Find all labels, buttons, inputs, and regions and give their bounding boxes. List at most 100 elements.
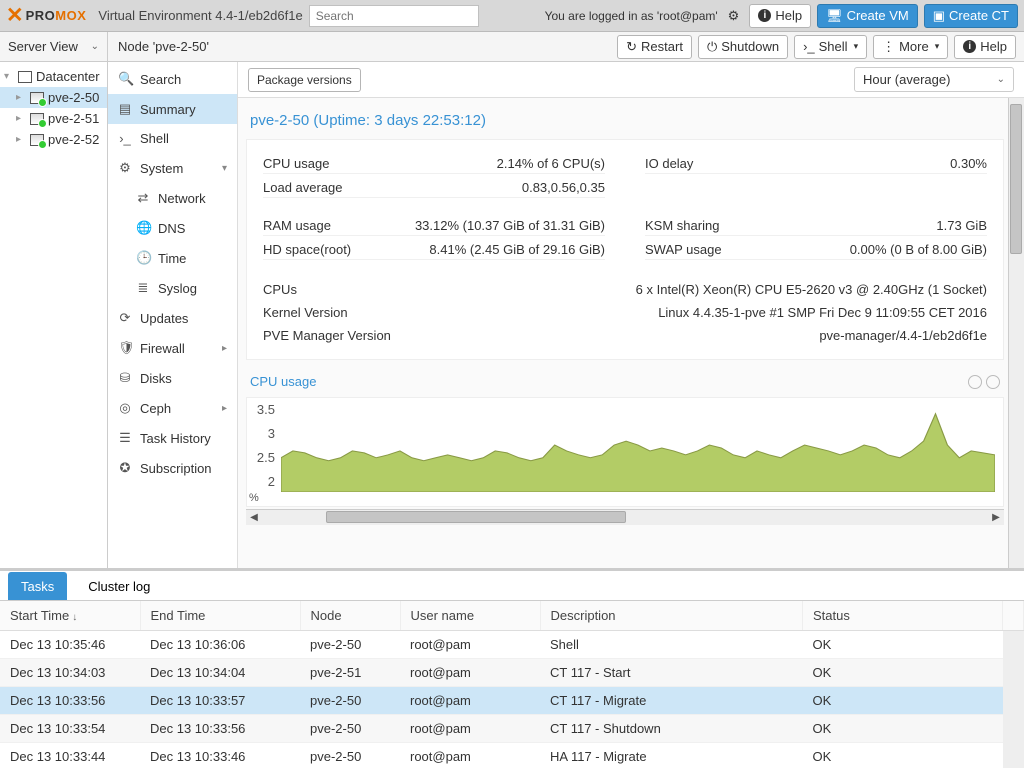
restart-button[interactable]: ↻Restart	[617, 35, 692, 59]
more-button[interactable]: ⋮More▾	[873, 35, 948, 59]
menu-system[interactable]: ⚙System▾	[108, 153, 237, 183]
content-h-scrollbar[interactable]: ◀ ▶	[246, 509, 1004, 525]
chevron-down-icon: ▾	[854, 41, 859, 52]
task-row[interactable]: Dec 13 10:34:03Dec 13 10:34:04pve-2-51ro…	[0, 659, 1024, 687]
chart-minimize-icon[interactable]	[968, 375, 982, 389]
col-node[interactable]: Node	[300, 601, 400, 631]
globe-icon: 🌐	[136, 220, 150, 236]
cogs-icon: ⚙	[118, 160, 132, 176]
col-status[interactable]: Status	[803, 601, 1003, 631]
stat-io: IO delay0.30%	[645, 150, 987, 174]
tree-node-pve-2-50[interactable]: ▸pve-2-50	[0, 87, 107, 108]
menu-subscription[interactable]: ✪Subscription	[108, 453, 237, 483]
task-row[interactable]: Dec 13 10:33:54Dec 13 10:33:56pve-2-50ro…	[0, 715, 1024, 743]
datacenter-icon	[18, 71, 32, 83]
expand-icon[interactable]: ▸	[16, 113, 26, 124]
col-start-time[interactable]: Start Time↓	[0, 601, 140, 631]
menu-dns[interactable]: 🌐DNS	[108, 213, 237, 243]
tree-node-pve-2-51[interactable]: ▸pve-2-51	[0, 108, 107, 129]
chart-unit: %	[249, 492, 259, 504]
shield-icon: 🛡	[118, 340, 132, 356]
chevron-down-icon: ⌄	[997, 74, 1005, 85]
col-user[interactable]: User name	[400, 601, 540, 631]
refresh-icon: ↻	[626, 39, 637, 55]
shell-button[interactable]: ›_Shell▾	[794, 35, 867, 59]
node-icon	[30, 134, 44, 146]
expand-icon[interactable]: ▸	[16, 134, 26, 145]
create-vm-button[interactable]: 🖥Create VM	[817, 4, 918, 28]
logo-x-icon: ✕	[6, 3, 24, 28]
tree-datacenter[interactable]: ▾Datacenter	[0, 66, 107, 87]
menu-disks[interactable]: ⛁Disks	[108, 363, 237, 393]
summary-content: pve-2-50 (Uptime: 3 days 22:53:12) CPU u…	[238, 98, 1024, 568]
list-icon: ≣	[136, 280, 150, 296]
col-end-time[interactable]: End Time	[140, 601, 300, 631]
stat-cpu: CPU usage2.14% of 6 CPU(s)	[263, 150, 605, 174]
view-selector[interactable]: Server View⌄	[0, 32, 108, 61]
menu-time[interactable]: 🕒Time	[108, 243, 237, 273]
scroll-right-icon[interactable]: ▶	[988, 510, 1004, 525]
package-versions-button[interactable]: Package versions	[248, 68, 361, 92]
node-icon	[30, 113, 44, 125]
stat-swap: SWAP usage0.00% (0 B of 8.00 GiB)	[645, 236, 987, 260]
task-row[interactable]: Dec 13 10:33:56Dec 13 10:33:57pve-2-50ro…	[0, 687, 1024, 715]
search-input[interactable]	[309, 5, 479, 27]
chevron-down-icon: ▾	[935, 41, 940, 52]
menu-syslog[interactable]: ≣Syslog	[108, 273, 237, 303]
col-description[interactable]: Description	[540, 601, 803, 631]
support-icon: ✪	[118, 460, 132, 476]
task-scrollbar[interactable]	[1003, 631, 1024, 768]
menu-ceph[interactable]: ◎Ceph▸	[108, 393, 237, 423]
tab-cluster-log[interactable]: Cluster log	[75, 572, 163, 600]
ceph-icon: ◎	[118, 400, 132, 416]
more-icon: ⋮	[882, 39, 895, 55]
book-icon: ▤	[118, 101, 132, 117]
content-scrollbar[interactable]	[1008, 98, 1024, 568]
chart-refresh-icon[interactable]	[986, 375, 1000, 389]
task-grid: Start Time↓ End Time Node User name Desc…	[0, 601, 1024, 768]
menu-summary[interactable]: ▤Summary	[108, 94, 237, 124]
sort-desc-icon: ↓	[72, 612, 77, 623]
menu-firewall[interactable]: 🛡Firewall▸	[108, 333, 237, 363]
info-kernel: Kernel VersionLinux 4.4.35-1-pve #1 SMP …	[263, 301, 987, 324]
tree-node-pve-2-52[interactable]: ▸pve-2-52	[0, 129, 107, 150]
shutdown-button[interactable]: ⏻Shutdown	[698, 35, 788, 59]
menu-shell[interactable]: ›_Shell	[108, 124, 237, 153]
logo: ✕ PROMOX	[6, 3, 86, 28]
create-ct-button[interactable]: ▣Create CT	[924, 4, 1018, 28]
chevron-down-icon: ⌄	[91, 41, 99, 52]
menu-task-history[interactable]: ☰Task History	[108, 423, 237, 453]
chevron-right-icon: ▸	[222, 403, 227, 414]
terminal-icon: ›_	[803, 39, 815, 54]
timerange-select[interactable]: Hour (average)⌄	[854, 67, 1014, 92]
task-row[interactable]: Dec 13 10:33:44Dec 13 10:33:46pve-2-50ro…	[0, 743, 1024, 768]
menu-search[interactable]: 🔍Search	[108, 64, 237, 94]
scroll-left-icon[interactable]: ◀	[246, 510, 262, 525]
clock-icon: 🕒	[136, 250, 150, 266]
resource-tree: ▾Datacenter ▸pve-2-50 ▸pve-2-51 ▸pve-2-5…	[0, 62, 108, 568]
help-button[interactable]: iHelp	[749, 4, 811, 28]
node-icon	[30, 92, 44, 104]
chevron-right-icon: ▸	[222, 343, 227, 354]
expand-icon[interactable]: ▸	[16, 92, 26, 103]
info-pve-manager: PVE Manager Versionpve-manager/4.4-1/eb2…	[263, 324, 987, 347]
menu-updates[interactable]: ⟳Updates	[108, 303, 237, 333]
task-row[interactable]: Dec 13 10:35:46Dec 13 10:36:06pve-2-50ro…	[0, 631, 1024, 659]
node-title: Node 'pve-2-50'	[108, 39, 617, 54]
menu-network[interactable]: ⇄Network	[108, 183, 237, 213]
stat-load: Load average0.83,0.56,0.35	[263, 174, 605, 198]
gear-icon[interactable]: ⚙	[728, 8, 740, 24]
monitor-icon: 🖥	[826, 8, 843, 24]
list-icon: ☰	[118, 430, 132, 446]
cpu-chart: 3.5 3 2.5 2 %	[246, 397, 1004, 507]
stat-ksm: KSM sharing1.73 GiB	[645, 212, 987, 236]
tab-tasks[interactable]: Tasks	[8, 572, 67, 600]
collapse-icon[interactable]: ▾	[4, 71, 14, 82]
node-help-button[interactable]: iHelp	[954, 35, 1016, 59]
refresh-icon: ⟳	[118, 310, 132, 326]
chart-title: CPU usage	[250, 374, 316, 389]
disk-icon: ⛁	[118, 370, 132, 386]
stat-hd: HD space(root)8.41% (2.45 GiB of 29.16 G…	[263, 236, 605, 260]
terminal-icon: ›_	[118, 131, 132, 146]
info-cpus: CPUs6 x Intel(R) Xeon(R) CPU E5-2620 v3 …	[263, 278, 987, 301]
